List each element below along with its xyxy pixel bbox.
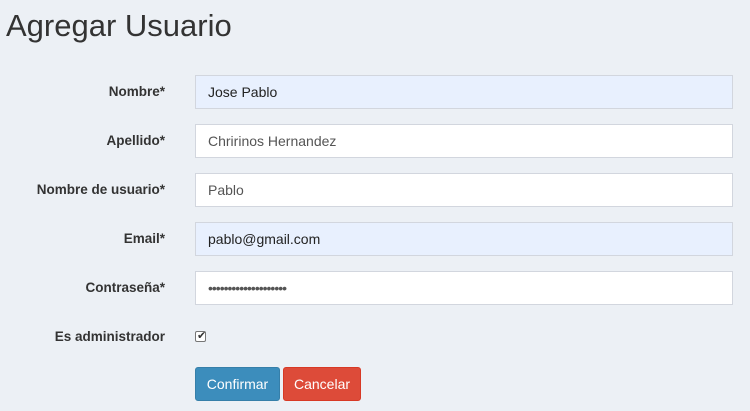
last-name-input[interactable] (195, 124, 733, 158)
last-name-row: Apellido* (0, 124, 750, 158)
email-input[interactable] (195, 222, 733, 256)
password-input[interactable] (195, 271, 733, 305)
admin-label: Es administrador (54, 329, 165, 344)
last-name-label: Apellido* (106, 133, 165, 148)
username-row: Nombre de usuario* (0, 173, 750, 207)
email-row: Email* (0, 222, 750, 256)
page-title: Agregar Usuario (6, 8, 232, 43)
check-icon: ✔ (197, 329, 207, 342)
confirm-button[interactable]: Confirmar (195, 367, 280, 401)
admin-row: Es administrador ✔ (0, 320, 750, 354)
cancel-button[interactable]: Cancelar (283, 367, 361, 401)
username-input[interactable] (195, 173, 733, 207)
first-name-input[interactable] (195, 75, 733, 109)
first-name-label: Nombre* (108, 84, 165, 99)
password-row: Contraseña* (0, 271, 750, 305)
username-label: Nombre de usuario* (36, 182, 165, 197)
add-user-page: Agregar Usuario Nombre* Apellido* Nombre… (0, 0, 750, 411)
first-name-row: Nombre* (0, 75, 750, 109)
password-label: Contraseña* (85, 280, 165, 295)
admin-checkbox[interactable]: ✔ (195, 329, 207, 342)
email-label: Email* (123, 231, 165, 246)
